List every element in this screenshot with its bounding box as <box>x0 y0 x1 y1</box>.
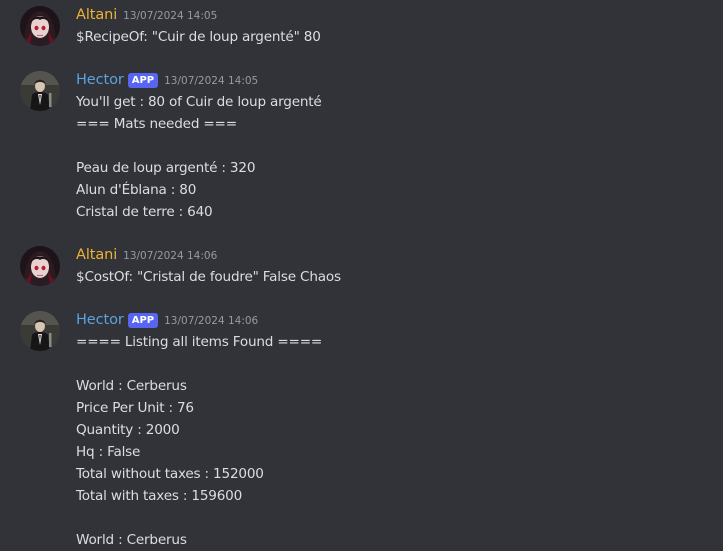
message-line: Cristal de terre : 640 <box>76 204 213 220</box>
username[interactable]: Hector <box>76 309 124 331</box>
message-line: World : Cerberus <box>76 378 187 394</box>
message-line: Price Per Unit : 76 <box>76 400 194 416</box>
message-line <box>76 507 716 529</box>
message-header: Altani 13/07/2024 14:05 <box>76 4 217 26</box>
message-line: ==== Listing all items Found ==== <box>76 334 323 350</box>
message-line: Hq : False <box>76 444 141 460</box>
username[interactable]: Altani <box>76 4 117 26</box>
message-line: Total without taxes : 152000 <box>76 466 264 482</box>
message-line: You'll get : 80 of Cuir de loup argenté <box>76 94 322 110</box>
message-header: Hector APP 13/07/2024 14:06 <box>76 309 258 331</box>
message-content: $RecipeOf: "Cuir de loup argenté" 80 <box>76 26 716 48</box>
avatar[interactable] <box>20 246 60 286</box>
anime-girl-avatar-icon <box>20 6 60 46</box>
message-line: === Mats needed === <box>76 116 237 132</box>
timestamp[interactable]: 13/07/2024 14:05 <box>164 70 258 92</box>
message-content: ==== Listing all items Found ==== World … <box>76 331 716 551</box>
suited-man-avatar-icon <box>20 311 60 351</box>
message-line: Total with taxes : 159600 <box>76 488 243 504</box>
avatar[interactable] <box>20 311 60 351</box>
message-content: $CostOf: "Cristal de foudre" False Chaos <box>76 266 716 288</box>
app-badge: APP <box>127 313 159 328</box>
timestamp[interactable]: 13/07/2024 14:06 <box>123 245 217 267</box>
message-header: Altani 13/07/2024 14:06 <box>76 244 217 266</box>
message-content: You'll get : 80 of Cuir de loup argenté … <box>76 91 716 223</box>
avatar[interactable] <box>20 6 60 46</box>
timestamp[interactable]: 13/07/2024 14:06 <box>164 310 258 332</box>
username[interactable]: Altani <box>76 244 117 266</box>
username[interactable]: Hector <box>76 69 124 91</box>
app-badge: APP <box>127 73 159 88</box>
suited-man-avatar-icon <box>20 71 60 111</box>
message-line: Alun d'Éblana : 80 <box>76 182 197 198</box>
message-header: Hector APP 13/07/2024 14:05 <box>76 69 258 91</box>
message-line: $CostOf: "Cristal de foudre" False Chaos <box>76 269 341 285</box>
timestamp[interactable]: 13/07/2024 14:05 <box>123 5 217 27</box>
anime-girl-avatar-icon <box>20 246 60 286</box>
message-line: $RecipeOf: "Cuir de loup argenté" 80 <box>76 29 321 45</box>
message-line: World : Cerberus <box>76 532 187 548</box>
message-line: Peau de loup argenté : 320 <box>76 160 256 176</box>
message-line: Quantity : 2000 <box>76 422 180 438</box>
avatar[interactable] <box>20 71 60 111</box>
message-line <box>76 135 716 157</box>
message-line <box>76 353 716 375</box>
